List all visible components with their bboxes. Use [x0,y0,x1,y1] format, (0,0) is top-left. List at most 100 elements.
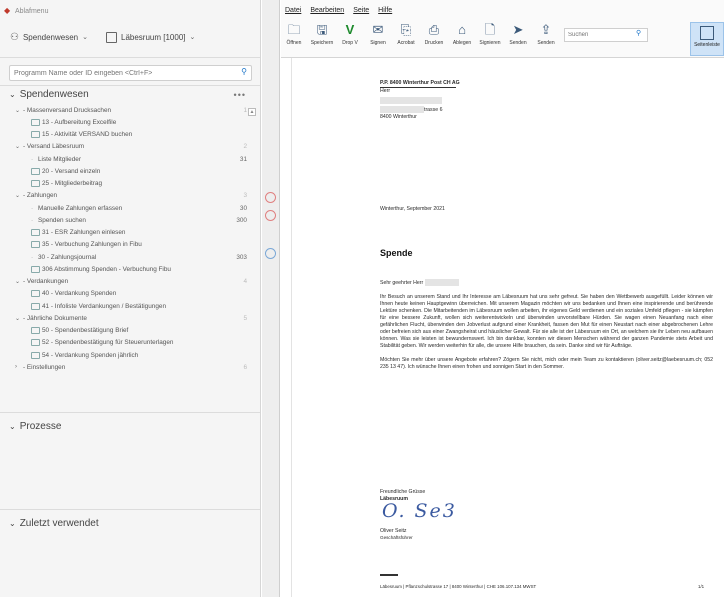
tree-group[interactable]: ⌄ - Versand Läbesruum 2 [15,141,247,153]
open-button[interactable]: 🗀 Öffnen [283,22,305,46]
tree-count: 3 [243,192,247,200]
closing: Freundliche Grüsse [380,489,426,495]
tree-count: 2 [243,143,247,151]
program-icon [31,167,40,175]
signer-title: Geschäftsführer [380,535,413,540]
sign-button[interactable]: ✉ Signen [367,22,389,46]
save-icon: 🖫 [316,22,328,37]
tree-label: 20 - Versand einzeln [42,167,101,175]
more-icon[interactable]: ••• [234,90,246,100]
pp-line: P.P. 8400 Winterthur Post CH AG [380,80,460,86]
tree-item[interactable]: 306 Abstimmung Spenden - Verbuchung Fibu [15,263,247,275]
program-icon [31,327,40,335]
chevron-down-icon[interactable]: ⌄ [82,33,88,41]
tree-item[interactable]: 31 - ESR Zahlungen einlesen [15,227,247,239]
menu-hilfe[interactable]: Hilfe [378,7,392,14]
send-button-2[interactable]: ⇪ Senden [535,22,557,46]
tree-group[interactable]: › - Einstellungen 6 [15,361,247,373]
tree-label: 31 - ESR Zahlungen einlesen [42,229,126,237]
redacted-name [380,97,442,105]
scroll-up-icon[interactable]: ▲ [248,108,256,116]
group-icon: ⚇ [10,31,19,43]
tree-label: - Einstellungen [23,363,66,371]
tree-item[interactable]: 35 - Verbuchung Zahlungen in Fibu [15,239,247,251]
tree-item[interactable]: 41 - Infoliste Verdankungen / Bestätigun… [15,300,247,312]
print-button[interactable]: ⎙ Drucken [423,22,445,46]
chevron-right-icon[interactable]: › [15,364,23,370]
section-title: Zuletzt verwendet [19,518,99,529]
close-icon[interactable] [265,210,276,221]
bullet-icon: · [31,155,34,163]
tree-item[interactable]: 15 - Aktivität VERSAND buchen [15,129,247,141]
tree-count: 30 [239,204,247,212]
section-zuletzt-verwendet[interactable]: ⌄ Zuletzt verwendet [9,518,99,529]
bullet-icon: · [31,204,34,212]
tree-label: Manuelle Zahlungen erfassen [38,204,123,212]
tree-item[interactable]: 25 - Mitgliederbeitrag [15,178,247,190]
navigation-panel: ◆ Ablaf­menu ⚇ Spendenwesen ⌄ Läbesruum … [0,0,261,597]
tree-label: 35 - Verbuchung Zahlungen in Fibu [42,241,142,249]
tree-group[interactable]: ⌄ - Zahlungen 3 [15,190,247,202]
program-icon [31,229,40,237]
document-icon: 🗋 [484,22,496,37]
chevron-down-icon[interactable]: ⌄ [15,315,23,322]
drop-button[interactable]: V Drop V [339,22,361,46]
section-prozesse[interactable]: ⌄ Prozesse [9,421,61,432]
info-icon[interactable] [265,248,276,259]
search-icon[interactable]: ⚲ [636,29,641,37]
toolbar: 🗀 Öffnen 🖫 Speichern V Drop V ✉ Signen ⎘ Acro… [281,20,724,58]
tree-item[interactable]: 50 - Spendenbestätigung Brief [15,325,247,337]
program-icon [31,131,40,139]
chevron-down-icon[interactable]: ⌄ [15,143,23,150]
letter-heading: Spende [380,248,413,258]
signieren-button[interactable]: 🗋 Signieren [479,22,501,46]
library-selector[interactable]: Läbesruum [1000] [121,33,186,42]
send-button[interactable]: ➤ Senden [507,22,529,46]
tree-item[interactable]: 20 - Versand einzeln [15,165,247,177]
tree-group[interactable]: ⌄ - Massenversand Drucksachen 1 [15,104,247,116]
tree-item[interactable]: · 30 - Zahlungsjournal 303 [15,251,247,263]
program-search-input[interactable] [9,65,252,81]
chevron-down-icon: ⌄ [9,519,16,528]
save-button[interactable]: 🖫 Speichern [311,22,334,46]
menu-bearbeiten[interactable]: Bearbeiten [310,7,344,14]
page-number: 1/1 [698,584,705,589]
tree-count: 303 [236,253,247,261]
tree-label: - Verdankungen [23,278,69,286]
menu-datei[interactable]: Datei [285,7,301,14]
chevron-down-icon[interactable]: ⌄ [15,278,23,285]
tree-count: 6 [243,363,247,371]
search-icon[interactable]: ⚲ [241,67,247,76]
tree-group[interactable]: ⌄ - Jährliche Dokumente 5 [15,312,247,324]
chevron-down-icon[interactable]: ⌄ [15,192,23,199]
email-link[interactable]: oliver.seitz@laebesruum.ch [637,357,701,363]
menu-seite[interactable]: Seite [353,7,369,14]
tree-item[interactable]: 40 - Verdankung Spenden [15,288,247,300]
sidebar-toggle-button[interactable]: Seitenleiste [690,22,724,56]
tree-item[interactable]: 13 - Aufbereitung Excelfile [15,116,247,128]
tree-item[interactable]: 52 - Spendenbestätigung für Steuerunterl… [15,337,247,349]
tree-item[interactable]: · Spenden suchen 300 [15,214,247,226]
tree-label: 15 - Aktivität VERSAND buchen [42,131,133,139]
tree-item[interactable]: · Manuelle Zahlungen erfassen 30 [15,202,247,214]
letter-date: Winterthur, September 2021 [380,206,445,212]
pin-icon[interactable] [265,192,276,203]
tree-group[interactable]: ⌄ - Verdankungen 4 [15,276,247,288]
paragraph-2: Möchten Sie mehr über unsere Angebote er… [380,357,713,371]
section-spendenwesen[interactable]: ⌄ Spendenwesen [9,89,89,100]
tree-item[interactable]: 54 - Verdankung Spenden jährlich [15,349,247,361]
bullet-icon: · [31,216,34,224]
chevron-down-icon[interactable]: ⌄ [15,107,23,114]
tree-label: 13 - Aufbereitung Excelfile [42,118,117,126]
acrobat-button[interactable]: ⎘ Acrobat [395,22,417,46]
group-selector[interactable]: Spendenwesen [23,33,78,42]
section-title: Spendenwesen [19,89,89,100]
tree-scrollbar[interactable]: ▲ [248,108,257,408]
file-button[interactable]: ⌂ Ablegen [451,22,473,46]
chevron-down-icon[interactable]: ⌄ [190,33,196,41]
menu-header[interactable]: ◆ Ablaf­menu [0,0,260,22]
tree-label: Spenden suchen [38,216,86,224]
tree-label: - Zahlungen [23,192,58,200]
menu-label: Ablaf­menu [15,7,49,15]
tree-item[interactable]: · Liste Mitglieder 31 [15,153,247,165]
